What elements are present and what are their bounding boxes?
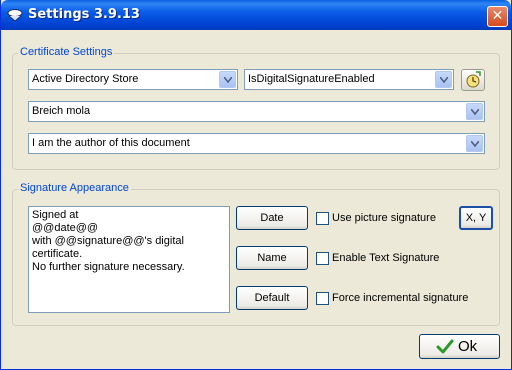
condition-select[interactable]: IsDigitalSignatureEnabled: [244, 69, 454, 90]
certificate-tool-icon: [466, 71, 481, 88]
close-icon: ✕: [491, 8, 504, 24]
signature-text-line: No further signature necessary.: [32, 261, 185, 273]
store-select[interactable]: Active Directory Store: [28, 69, 238, 90]
store-select-value: Active Directory Store: [32, 73, 139, 85]
date-button-label: Date: [260, 212, 284, 224]
checkmark-icon: [436, 339, 454, 354]
force-incremental-checkbox[interactable]: Force incremental signature: [316, 292, 476, 306]
ok-button-label: Ok: [458, 338, 478, 355]
use-picture-checkbox-box[interactable]: [316, 212, 329, 225]
force-incremental-checkbox-box[interactable]: [316, 292, 329, 305]
title-bar[interactable]: Settings 3.9.13 ✕: [1, 0, 511, 30]
enable-text-checkbox[interactable]: Enable Text Signature: [316, 252, 456, 266]
signer-select[interactable]: Breich mola: [28, 101, 485, 122]
xy-button[interactable]: X, Y: [459, 206, 493, 230]
signature-text-line: Signed at: [32, 209, 79, 221]
certificate-tool-button[interactable]: [461, 69, 485, 91]
app-icon: [7, 9, 23, 22]
enable-text-label: Enable Text Signature: [332, 252, 440, 264]
enable-text-checkbox-box[interactable]: [316, 252, 329, 265]
xy-button-label: X, Y: [465, 212, 487, 224]
reason-select[interactable]: I am the author of this document: [28, 133, 485, 154]
chevron-down-icon[interactable]: [466, 103, 483, 120]
chevron-down-icon[interactable]: [435, 71, 452, 88]
name-button-label: Name: [257, 252, 287, 264]
signer-select-value: Breich mola: [32, 105, 91, 117]
signature-text-line: with @@signature@@'s digital: [32, 235, 184, 247]
date-button[interactable]: Date: [236, 206, 308, 230]
use-picture-checkbox[interactable]: Use picture signature: [316, 212, 456, 226]
signature-text-line: @@date@@: [32, 222, 99, 234]
force-incremental-label: Force incremental signature: [332, 292, 469, 304]
reason-select-value: I am the author of this document: [32, 137, 190, 149]
certificate-settings-legend: Certificate Settings: [18, 46, 115, 58]
window-title: Settings 3.9.13: [28, 7, 140, 22]
close-button[interactable]: ✕: [487, 6, 508, 27]
signature-appearance-legend: Signature Appearance: [18, 182, 131, 194]
use-picture-label: Use picture signature: [332, 212, 436, 224]
signature-text-area[interactable]: Signed at @@date@@ with @@signature@@'s …: [28, 206, 230, 313]
chevron-down-icon[interactable]: [219, 71, 236, 88]
ok-button[interactable]: Ok: [419, 334, 500, 359]
settings-window: Settings 3.9.13 ✕ Certificate Settings A…: [0, 0, 512, 370]
name-button[interactable]: Name: [236, 246, 308, 270]
chevron-down-icon[interactable]: [466, 135, 483, 152]
default-button-label: Default: [254, 292, 290, 304]
signature-text-line: certificate.: [32, 248, 83, 260]
default-button[interactable]: Default: [236, 286, 308, 310]
condition-select-value: IsDigitalSignatureEnabled: [248, 73, 375, 85]
